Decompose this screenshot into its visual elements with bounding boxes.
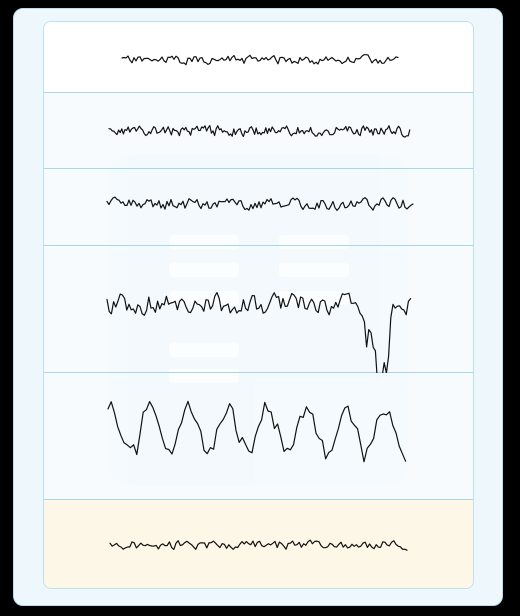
waveform-4 [106, 292, 412, 373]
trace-row-3[interactable] [44, 169, 473, 246]
waveform-6 [109, 539, 408, 551]
trace-row-1[interactable] [44, 22, 473, 93]
trace-row-4[interactable] [44, 246, 473, 373]
waveform-3 [106, 196, 414, 211]
trace-panel [43, 21, 474, 589]
waveform-2 [108, 125, 411, 138]
trace-row-5[interactable] [44, 373, 473, 500]
trace-row-6[interactable] [44, 500, 473, 588]
waveform-1 [121, 54, 399, 66]
waveform-5 [107, 400, 407, 463]
trace-row-2[interactable] [44, 93, 473, 169]
